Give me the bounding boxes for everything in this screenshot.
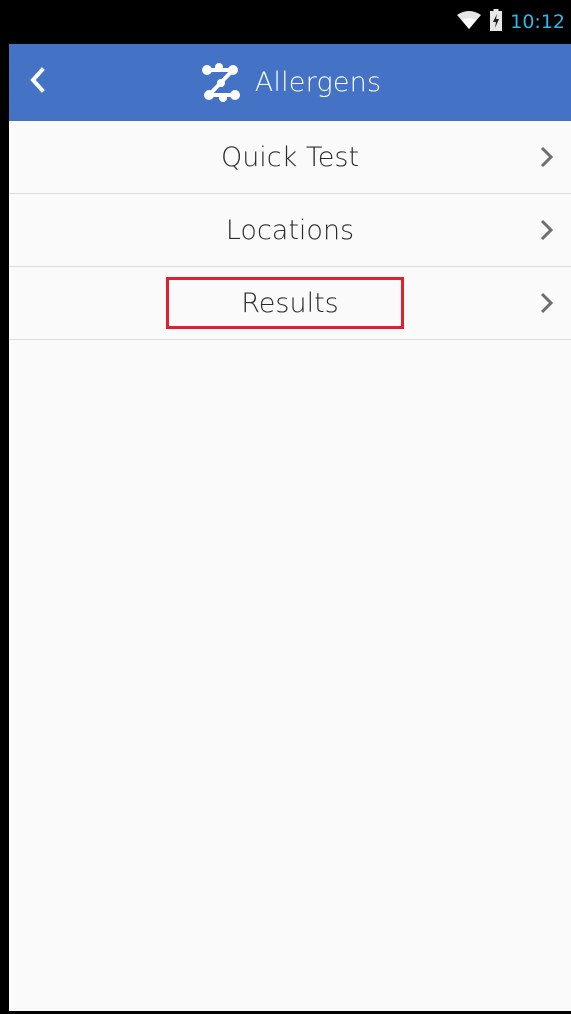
chevron-right-icon bbox=[537, 289, 557, 317]
battery-charging-icon bbox=[490, 9, 503, 35]
menu-item-label: Quick Test bbox=[220, 141, 360, 173]
status-time: 10:12 bbox=[510, 11, 565, 33]
status-bar: 10:12 bbox=[9, 0, 571, 44]
menu-list: Quick Test Locations Results bbox=[9, 121, 571, 340]
chevron-left-icon bbox=[28, 67, 46, 97]
menu-item-locations[interactable]: Locations bbox=[9, 194, 571, 267]
device-frame: 10:12 Allergens Quick Test Locations Res… bbox=[0, 0, 571, 1014]
app-title-group: Allergens bbox=[9, 44, 571, 121]
menu-item-label: Results bbox=[241, 287, 339, 319]
menu-item-results[interactable]: Results bbox=[9, 267, 571, 340]
menu-item-label: Locations bbox=[225, 214, 355, 246]
wifi-icon bbox=[456, 10, 482, 34]
molecule-logo-icon bbox=[199, 61, 243, 105]
menu-item-quick-test[interactable]: Quick Test bbox=[9, 121, 571, 194]
chevron-right-icon bbox=[537, 143, 557, 171]
status-icons: 10:12 bbox=[456, 0, 565, 44]
back-button[interactable] bbox=[17, 58, 57, 106]
app-screen: 10:12 Allergens Quick Test Locations Res… bbox=[9, 0, 571, 1011]
chevron-right-icon bbox=[537, 216, 557, 244]
app-bar: Allergens bbox=[9, 44, 571, 121]
app-title: Allergens bbox=[254, 67, 382, 98]
